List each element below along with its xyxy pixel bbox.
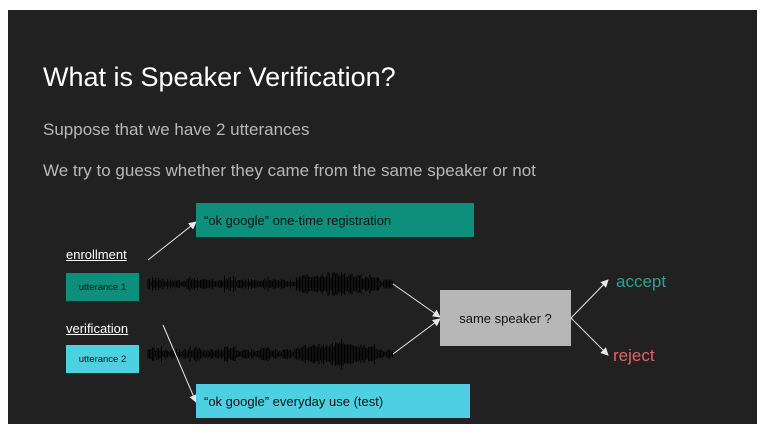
waveform-1 <box>147 271 393 297</box>
utterance-2-box: utterance 2 <box>66 345 139 373</box>
verification-label: verification <box>66 321 129 336</box>
arrow-decision-to-accept <box>570 279 609 319</box>
arrow-wave2-to-decision <box>392 318 441 355</box>
arrow-enrollment-to-note <box>147 221 197 261</box>
verification-note-box: “ok google” everyday use (test) <box>196 384 470 418</box>
arrow-wave1-to-decision <box>392 283 441 318</box>
same-speaker-box: same speaker ? <box>440 290 571 346</box>
reject-label: reject <box>613 346 655 365</box>
accept-label: accept <box>616 272 667 291</box>
arrow-decision-to-reject <box>570 317 609 356</box>
utterance-1-box: utterance 1 <box>66 273 139 301</box>
arrow-verification-to-note <box>162 324 197 403</box>
waveform-2 <box>147 339 393 369</box>
enrollment-label: enrollment <box>66 247 127 262</box>
enrollment-note-box: “ok google” one-time registration <box>196 203 474 237</box>
slide: What is Speaker Verification? Suppose th… <box>8 10 757 424</box>
